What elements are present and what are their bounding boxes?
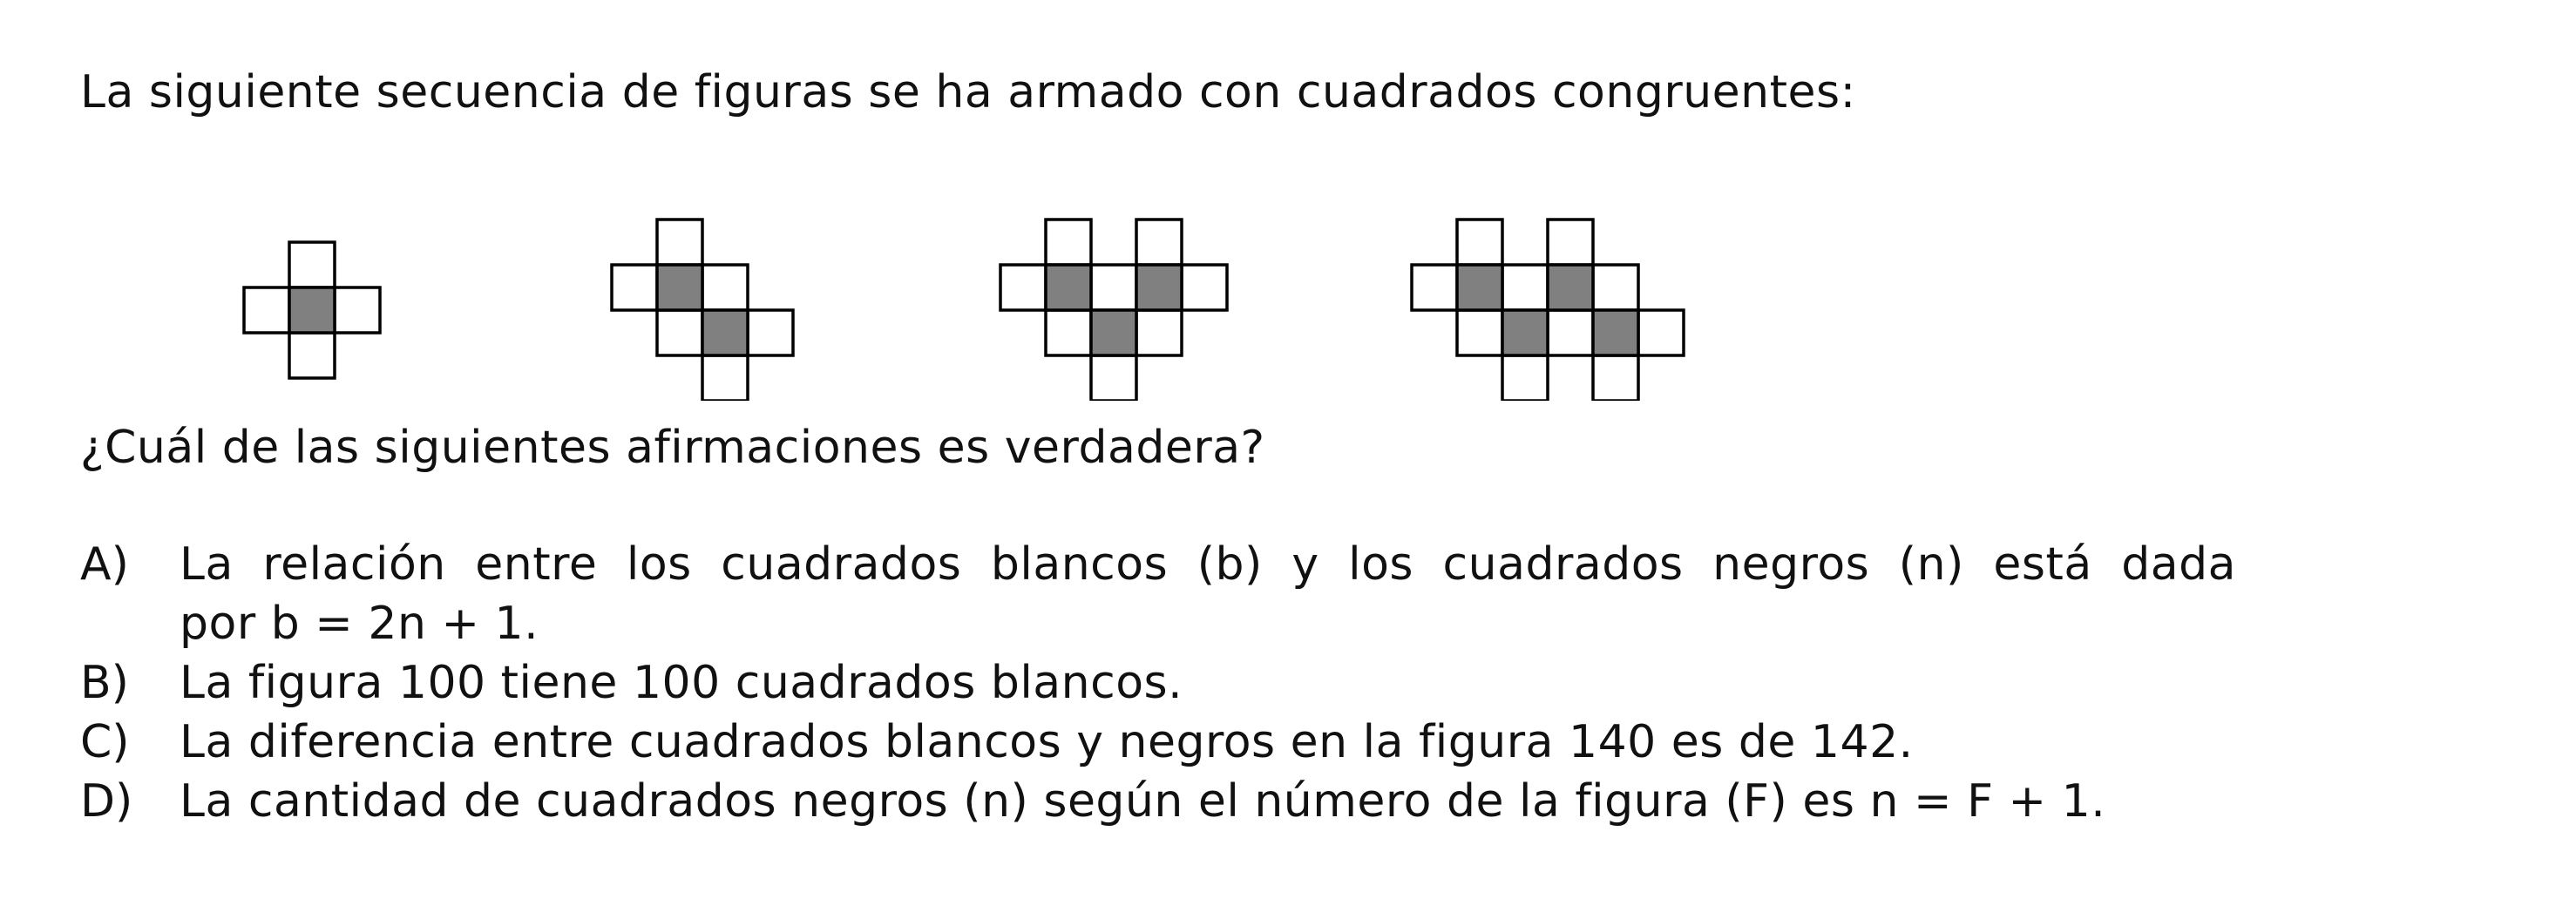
white-square — [1546, 308, 1595, 357]
white-square — [1591, 354, 1640, 401]
white-square — [1135, 308, 1183, 357]
dark-square — [1089, 308, 1138, 357]
white-square — [1455, 308, 1504, 357]
option-d-letter: D) — [80, 775, 133, 828]
option-b-text: La figura 100 tiene 100 cuadrados blanco… — [180, 657, 1183, 709]
dark-square — [1591, 308, 1640, 357]
option-c-text: La diferencia entre cuadrados blancos y … — [180, 716, 1914, 768]
option-c-letter: C) — [80, 716, 130, 768]
option-b-letter: B) — [80, 657, 129, 709]
white-square — [655, 308, 704, 357]
white-square — [242, 286, 291, 335]
option-a-text-continued: por b = 2n + 1. — [180, 598, 539, 650]
dark-square — [1546, 263, 1595, 312]
figure-sequence — [242, 218, 1685, 401]
white-square — [655, 218, 704, 267]
dark-square — [1455, 263, 1504, 312]
figure-2 — [610, 218, 795, 401]
figure-4 — [1410, 218, 1685, 401]
white-square — [1637, 308, 1685, 357]
option-a-text: La relación entre los cuadrados blancos … — [180, 538, 2236, 591]
white-square — [1044, 308, 1093, 357]
white-square — [333, 286, 382, 335]
white-square — [1044, 218, 1093, 267]
option-a-letter: A) — [80, 538, 129, 591]
white-square — [1089, 263, 1138, 312]
white-square — [999, 263, 1047, 312]
dark-square — [1044, 263, 1093, 312]
white-square — [701, 354, 749, 401]
white-square — [610, 263, 659, 312]
white-square — [746, 308, 795, 357]
white-square — [1501, 354, 1549, 401]
option-d-text: La cantidad de cuadrados negros (n) segú… — [180, 775, 2106, 828]
dark-square — [655, 263, 704, 312]
dark-square — [288, 286, 336, 335]
white-square — [288, 331, 336, 380]
white-square — [1410, 263, 1459, 312]
white-square — [1455, 218, 1504, 267]
figure-1 — [242, 240, 382, 380]
white-square — [1089, 354, 1138, 401]
white-square — [1591, 263, 1640, 312]
figure-3 — [999, 218, 1229, 401]
white-square — [288, 240, 336, 289]
question-text: ¿Cuál de las siguientes afirmaciones es … — [80, 422, 1265, 474]
white-square — [1180, 263, 1229, 312]
intro-text: La siguiente secuencia de figuras se ha … — [80, 66, 1856, 118]
white-square — [701, 263, 749, 312]
dark-square — [1135, 263, 1183, 312]
white-square — [1501, 263, 1549, 312]
dark-square — [701, 308, 749, 357]
white-square — [1546, 218, 1595, 267]
white-square — [1135, 218, 1183, 267]
dark-square — [1501, 308, 1549, 357]
